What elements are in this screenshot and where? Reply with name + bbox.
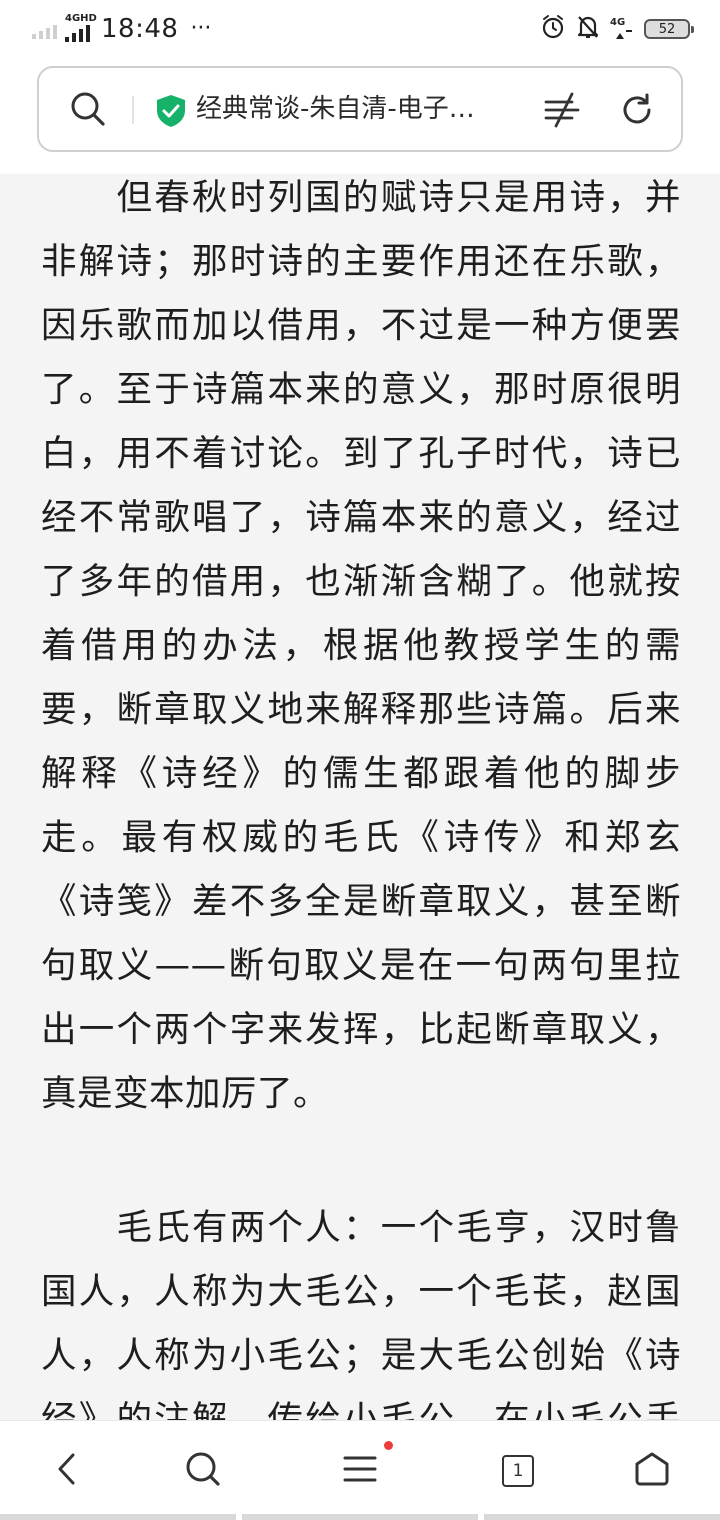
menu-icon xyxy=(343,1454,377,1488)
text-line: 经》的注解，传给小毛公，在小毛公手 xyxy=(41,1399,681,1420)
paragraph-2: 毛氏有两个人：一个毛亨，汉时鲁 国人，人称为大毛公，一个毛苌，赵国 人，人称为小… xyxy=(41,1196,681,1420)
notification-dot xyxy=(384,1441,393,1450)
paragraph-1: 但春秋时列国的赋诗只是用诗，并 非解诗；那时诗的主要作用还在乐歌， 因乐歌而加以… xyxy=(41,174,681,1126)
text-line: 毛氏有两个人：一个毛亨，汉时鲁 xyxy=(41,1207,681,1248)
battery-icon: 52 xyxy=(644,19,694,39)
tabs-icon: 1 xyxy=(502,1455,534,1487)
home-icon xyxy=(634,1451,670,1491)
text-line: 了。至于诗篇本来的意义，那时原很明 xyxy=(41,369,681,410)
text-line: 真是变本加厉了。 xyxy=(41,1073,330,1114)
article-content: 但春秋时列国的赋诗只是用诗，并 非解诗；那时诗的主要作用还在乐歌， 因乐歌而加以… xyxy=(0,174,720,1420)
page-title[interactable]: 经典常谈-朱自清-电子… xyxy=(196,90,536,128)
text-line: 经不常歌唱了，诗篇本来的意义，经过 xyxy=(41,497,681,538)
search-icon xyxy=(184,1450,222,1492)
alarm-icon xyxy=(540,14,566,44)
browser-toolbar: 经典常谈-朱自清-电子… xyxy=(0,58,720,174)
search-icon[interactable] xyxy=(69,90,107,132)
text-line: 但春秋时列国的赋诗只是用诗，并 xyxy=(41,177,681,218)
text-line: 解释《诗经》的儒生都跟着他的脚步 xyxy=(41,753,681,794)
status-time: 18:48 xyxy=(101,14,179,44)
reader-mode-icon[interactable] xyxy=(542,90,582,134)
gesture-bar xyxy=(0,1514,720,1520)
text-line: 要，断章取义地来解释那些诗篇。后来 xyxy=(41,689,681,730)
secure-shield-icon xyxy=(155,94,187,132)
text-line: 句取义——断句取义是在一句两句里拉 xyxy=(41,945,681,986)
text-line: 走。最有权威的毛氏《诗传》和郑玄 xyxy=(41,817,681,858)
text-line: 非解诗；那时诗的主要作用还在乐歌， xyxy=(41,241,681,282)
refresh-icon[interactable] xyxy=(619,92,655,132)
text-line: 着借用的办法，根据他教授学生的需 xyxy=(41,625,681,666)
text-line: 人，人称为小毛公；是大毛公创始《诗 xyxy=(41,1335,681,1376)
back-button[interactable] xyxy=(38,1441,98,1501)
text-line: 《诗笺》差不多全是断章取义，甚至断 xyxy=(41,881,681,922)
back-icon xyxy=(53,1452,83,1490)
text-line: 出一个两个字来发挥，比起断章取义， xyxy=(41,1009,681,1050)
mute-bell-icon xyxy=(576,14,600,44)
menu-button[interactable] xyxy=(330,1441,393,1501)
tabs-button[interactable]: 1 xyxy=(488,1441,548,1501)
wifi-signal-icon xyxy=(32,19,57,39)
lte-signal-icon: 4G xyxy=(610,17,634,41)
address-bar[interactable]: 经典常谈-朱自清-电子… xyxy=(37,66,683,152)
cellular-signal-icon: 4GHD xyxy=(65,12,97,46)
status-bar: 4GHD 18:48 ··· 4G 52 xyxy=(0,0,720,58)
search-button[interactable] xyxy=(173,1441,233,1501)
address-divider xyxy=(132,96,134,124)
text-line: 国人，人称为大毛公，一个毛苌，赵国 xyxy=(41,1271,681,1312)
text-line: 白，用不着讨论。到了孔子时代，诗已 xyxy=(41,433,681,474)
text-line: 因乐歌而加以借用，不过是一种方便罢 xyxy=(41,305,681,346)
bottom-navigation: 1 xyxy=(0,1420,720,1520)
status-more-dots: ··· xyxy=(190,16,212,41)
home-button[interactable] xyxy=(622,1441,682,1501)
text-line: 了多年的借用，也渐渐含糊了。他就按 xyxy=(41,561,681,602)
battery-level: 52 xyxy=(658,21,676,37)
